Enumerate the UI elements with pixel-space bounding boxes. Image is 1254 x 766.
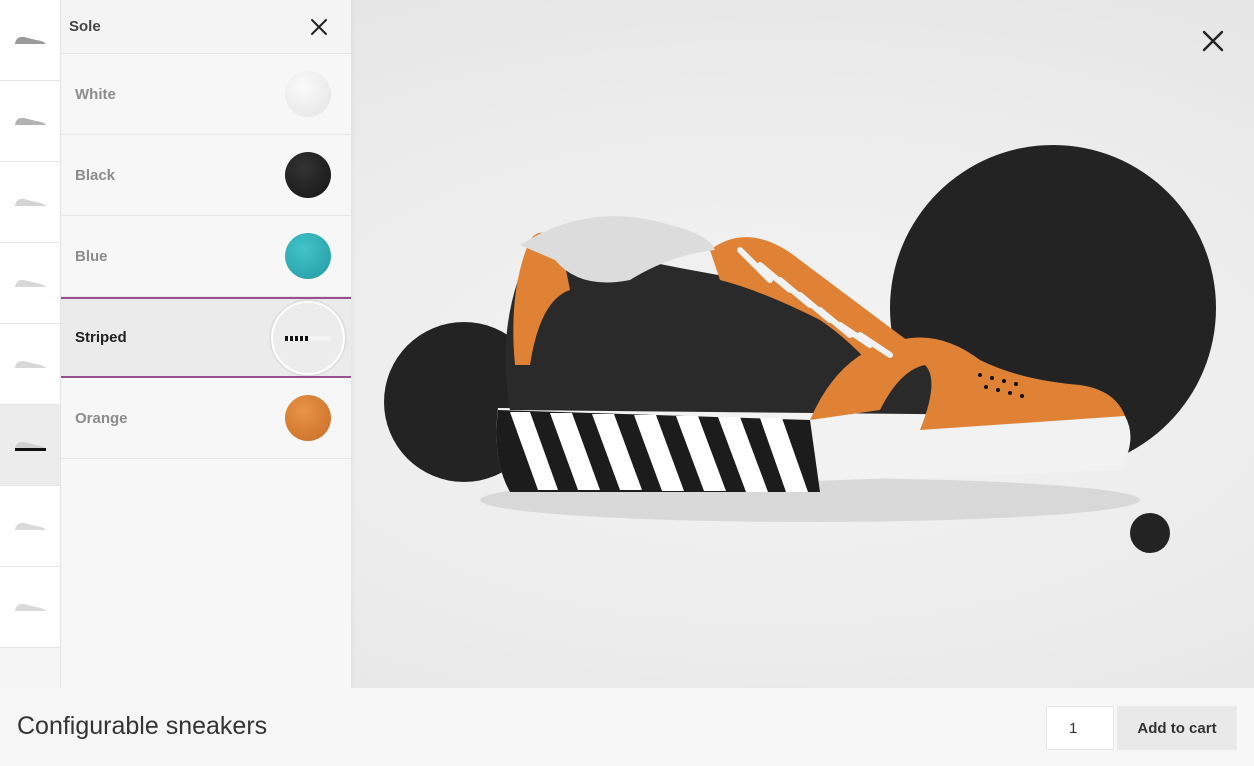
striped-sole (496, 410, 820, 492)
option-blue[interactable]: Blue (61, 216, 351, 297)
swatch-black (285, 152, 331, 198)
thumbnail[interactable] (0, 243, 60, 324)
option-label: Striped (75, 329, 127, 346)
striped-sole-icon (285, 335, 331, 341)
swatch-striped (271, 300, 345, 375)
thumbnail-strip (0, 0, 61, 688)
thumbnail[interactable] (0, 486, 60, 567)
quantity-input[interactable] (1046, 706, 1114, 750)
thumbnail[interactable] (0, 81, 60, 162)
option-label: Black (75, 166, 116, 184)
option-label: Blue (75, 247, 108, 265)
option-black[interactable]: Black (61, 135, 351, 216)
option-label: White (75, 85, 116, 103)
close-icon[interactable] (1200, 28, 1226, 54)
close-icon[interactable] (309, 17, 329, 37)
thumbnail[interactable] (0, 0, 60, 81)
panel-header: Sole (61, 0, 351, 54)
add-to-cart-button[interactable]: Add to cart (1117, 706, 1237, 750)
product-footer: Configurable sneakers Add to cart (0, 688, 1254, 766)
panel-title: Sole (69, 18, 101, 35)
product-title: Configurable sneakers (17, 712, 268, 740)
swatch-white (285, 71, 331, 117)
thumbnail[interactable] (0, 324, 60, 405)
option-white[interactable]: White (61, 54, 351, 135)
thumbnail[interactable] (0, 162, 60, 243)
sole-options-panel: Sole White Black Blue Striped Orange (61, 0, 351, 688)
thumbnail[interactable] (0, 567, 60, 648)
swatch-blue (285, 233, 331, 279)
sneaker-image (384, 145, 1216, 553)
thumbnail-active[interactable] (0, 405, 60, 486)
option-striped[interactable]: Striped (61, 297, 351, 378)
option-orange[interactable]: Orange (61, 378, 351, 459)
swatch-orange (285, 395, 331, 441)
option-label: Orange (75, 409, 128, 427)
